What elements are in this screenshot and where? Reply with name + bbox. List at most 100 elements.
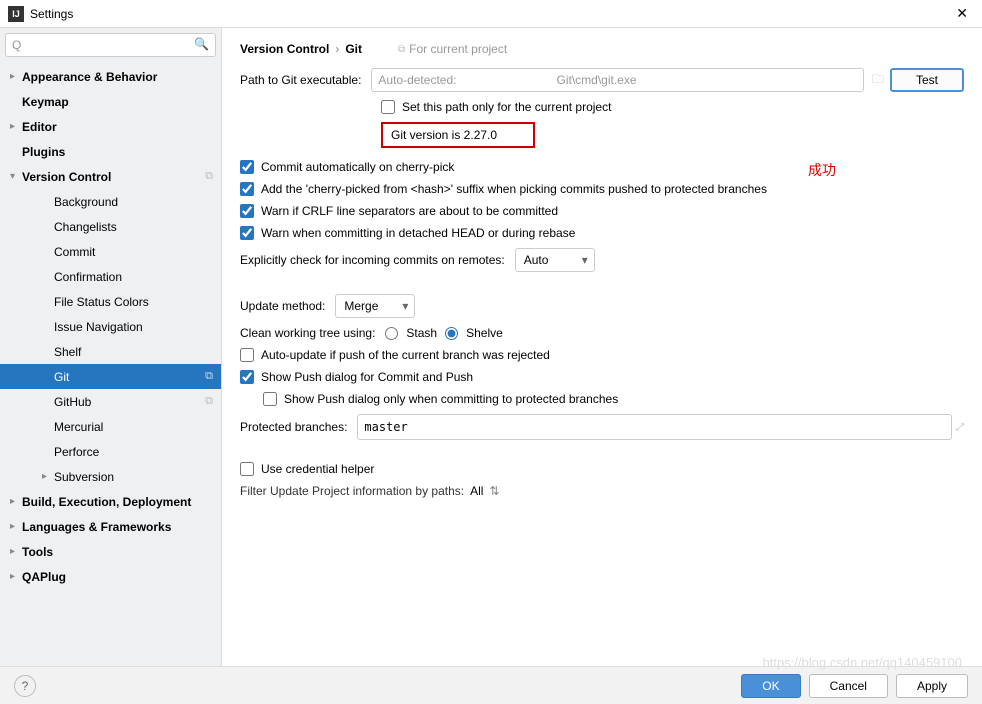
crlf-checkbox[interactable]	[240, 204, 254, 218]
chevron-icon: ▸	[10, 546, 22, 557]
sidebar-item-editor[interactable]: ▸Editor	[0, 114, 221, 139]
chevron-icon: ▸	[10, 71, 22, 82]
sidebar-item-label: Appearance & Behavior	[22, 70, 221, 84]
sidebar-item-issue-navigation[interactable]: Issue Navigation	[0, 314, 221, 339]
git-path-label: Path to Git executable:	[240, 73, 361, 87]
git-version-box: Git version is 2.27.0	[381, 122, 535, 148]
window-title: Settings	[30, 7, 950, 21]
chevron-icon: ▸	[10, 571, 22, 582]
sidebar-item-label: Issue Navigation	[54, 320, 221, 334]
sidebar-item-perforce[interactable]: Perforce	[0, 439, 221, 464]
set-path-current-checkbox[interactable]	[381, 100, 395, 114]
sidebar-item-mercurial[interactable]: Mercurial	[0, 414, 221, 439]
breadcrumb-b: Git	[345, 42, 362, 56]
set-path-current-label: Set this path only for the current proje…	[402, 100, 611, 114]
sidebar-item-version-control[interactable]: ▾Version Control⧉	[0, 164, 221, 189]
sidebar-item-tools[interactable]: ▸Tools	[0, 539, 221, 564]
protected-branches-label: Protected branches:	[240, 420, 347, 434]
app-icon: IJ	[8, 6, 24, 22]
sidebar-item-languages-frameworks[interactable]: ▸Languages & Frameworks	[0, 514, 221, 539]
sidebar: 🔍 ▸Appearance & BehaviorKeymap▸EditorPlu…	[0, 28, 222, 666]
project-scope-icon: ⧉	[398, 44, 405, 55]
commit-auto-checkbox[interactable]	[240, 160, 254, 174]
sidebar-item-label: File Status Colors	[54, 295, 221, 309]
credential-label: Use credential helper	[261, 462, 374, 476]
cherry-suffix-label: Add the 'cherry-picked from <hash>' suff…	[261, 182, 767, 196]
show-push-checkbox[interactable]	[240, 370, 254, 384]
sidebar-item-label: Mercurial	[54, 420, 221, 434]
sidebar-item-plugins[interactable]: Plugins	[0, 139, 221, 164]
update-method-select[interactable]: Merge	[335, 294, 415, 318]
shelve-label: Shelve	[466, 326, 503, 340]
sidebar-item-github[interactable]: GitHub⧉	[0, 389, 221, 414]
ok-button[interactable]: OK	[741, 674, 800, 698]
explicit-check-label: Explicitly check for incoming commits on…	[240, 253, 505, 267]
credential-checkbox[interactable]	[240, 462, 254, 476]
breadcrumb-a[interactable]: Version Control	[240, 42, 329, 56]
crlf-label: Warn if CRLF line separators are about t…	[261, 204, 558, 218]
sidebar-item-label: Plugins	[22, 145, 221, 159]
sidebar-item-shelf[interactable]: Shelf	[0, 339, 221, 364]
detached-label: Warn when committing in detached HEAD or…	[261, 226, 575, 240]
sidebar-item-confirmation[interactable]: Confirmation	[0, 264, 221, 289]
sidebar-item-qaplug[interactable]: ▸QAPlug	[0, 564, 221, 589]
sidebar-item-background[interactable]: Background	[0, 189, 221, 214]
sidebar-item-label: Keymap	[22, 95, 221, 109]
chevron-icon: ▸	[42, 471, 54, 482]
detached-checkbox[interactable]	[240, 226, 254, 240]
sidebar-item-label: Changelists	[54, 220, 221, 234]
watermark: https://blog.csdn.net/qq140459100	[763, 655, 963, 670]
filter-label: Filter Update Project information by pat…	[240, 484, 464, 498]
chevron-icon: ▸	[10, 121, 22, 132]
sidebar-item-build-execution-deployment[interactable]: ▸Build, Execution, Deployment	[0, 489, 221, 514]
search-input[interactable]	[5, 33, 216, 57]
chevron-right-icon: ›	[335, 42, 339, 56]
content-panel: Version Control › Git ⧉ For current proje…	[222, 28, 982, 666]
git-version-text: Git version is 2.27.0	[391, 128, 497, 142]
clean-tree-label: Clean working tree using:	[240, 326, 375, 340]
project-scope-icon: ⧉	[205, 370, 213, 383]
sidebar-item-label: QAPlug	[22, 570, 221, 584]
close-icon[interactable]: ✕	[950, 3, 974, 24]
sidebar-item-label: Tools	[22, 545, 221, 559]
sidebar-item-git[interactable]: Git⧉	[0, 364, 221, 389]
sidebar-item-label: Editor	[22, 120, 221, 134]
cancel-button[interactable]: Cancel	[809, 674, 888, 698]
cherry-suffix-checkbox[interactable]	[240, 182, 254, 196]
sidebar-item-label: GitHub	[54, 395, 205, 409]
autoupdate-checkbox[interactable]	[240, 348, 254, 362]
update-method-label: Update method:	[240, 299, 325, 313]
sidebar-item-appearance-behavior[interactable]: ▸Appearance & Behavior	[0, 64, 221, 89]
sidebar-item-label: Build, Execution, Deployment	[22, 495, 221, 509]
sidebar-item-changelists[interactable]: Changelists	[0, 214, 221, 239]
sidebar-item-keymap[interactable]: Keymap	[0, 89, 221, 114]
stash-radio[interactable]	[385, 327, 398, 340]
shelve-radio[interactable]	[445, 327, 458, 340]
show-push-protected-label: Show Push dialog only when committing to…	[284, 392, 618, 406]
breadcrumb: Version Control › Git ⧉ For current proje…	[240, 38, 964, 68]
sidebar-item-label: Commit	[54, 245, 221, 259]
sidebar-item-commit[interactable]: Commit	[0, 239, 221, 264]
sidebar-item-label: Subversion	[54, 470, 221, 484]
help-button[interactable]: ?	[14, 675, 36, 697]
sidebar-item-label: Shelf	[54, 345, 221, 359]
git-path-input[interactable]	[371, 68, 864, 92]
test-button[interactable]: Test	[890, 68, 964, 92]
apply-button[interactable]: Apply	[896, 674, 968, 698]
sidebar-item-label: Confirmation	[54, 270, 221, 284]
updown-icon[interactable]: ⇅	[489, 484, 499, 498]
project-scope-label: For current project	[409, 42, 507, 56]
expand-icon[interactable]: ⤢	[956, 422, 964, 433]
chevron-icon: ▾	[10, 171, 22, 182]
show-push-protected-checkbox[interactable]	[263, 392, 277, 406]
protected-branches-input[interactable]	[357, 414, 952, 440]
sidebar-item-file-status-colors[interactable]: File Status Colors	[0, 289, 221, 314]
explicit-check-select[interactable]: Auto	[515, 248, 595, 272]
folder-icon[interactable]: 🗀	[872, 70, 884, 91]
sidebar-item-label: Languages & Frameworks	[22, 520, 221, 534]
search-icon: 🔍	[194, 37, 209, 51]
filter-value[interactable]: All	[470, 484, 483, 498]
commit-auto-label: Commit automatically on cherry-pick	[261, 160, 454, 174]
sidebar-item-subversion[interactable]: ▸Subversion	[0, 464, 221, 489]
autoupdate-label: Auto-update if push of the current branc…	[261, 348, 550, 362]
